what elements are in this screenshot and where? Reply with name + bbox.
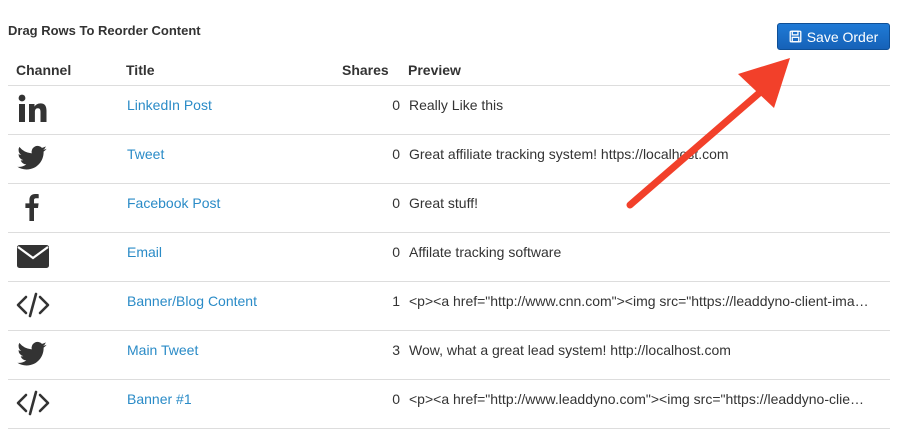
table-row[interactable]: Banner/Blog Content 1 <p><a href="http://w… <box>8 281 890 331</box>
shares-cell: 3 <box>342 330 400 380</box>
title-cell: Banner/Blog Content <box>126 281 342 331</box>
page-heading: Drag Rows To Reorder Content <box>8 23 201 38</box>
preview-cell: Great affiliate tracking system! https:/… <box>408 134 890 184</box>
preview-cell: Wow, what a great lead system! http://lo… <box>408 330 890 380</box>
linkedin-icon <box>16 93 125 125</box>
col-header-title[interactable]: Title <box>126 56 342 86</box>
spacer-cell <box>400 232 408 282</box>
envelope-icon <box>16 240 125 272</box>
facebook-icon <box>16 191 125 223</box>
shares-cell: 0 <box>342 85 400 135</box>
shares-value: 0 <box>392 194 400 211</box>
channel-cell <box>8 281 126 331</box>
save-icon <box>789 30 802 43</box>
channel-cell <box>8 85 126 135</box>
title-cell: Facebook Post <box>126 183 342 233</box>
shares-value: 0 <box>392 145 400 162</box>
title-link[interactable]: Main Tweet <box>127 342 198 358</box>
spacer-cell <box>400 134 408 184</box>
col-header-channel[interactable]: Channel <box>8 56 126 86</box>
shares-cell: 0 <box>342 232 400 282</box>
preview-cell: Really Like this <box>408 85 890 135</box>
table-row[interactable]: Facebook Post 0 Great stuff! <box>8 183 890 233</box>
code-icon <box>16 387 125 419</box>
table-row[interactable]: Tweet 0 Great affiliate tracking system! h… <box>8 134 890 184</box>
shares-value: 0 <box>392 243 400 260</box>
col-spacer <box>400 56 408 86</box>
title-cell: LinkedIn Post <box>126 85 342 135</box>
title-cell: Tweet <box>126 134 342 184</box>
twitter-icon <box>16 142 125 174</box>
preview-cell: Affilate tracking software <box>408 232 890 282</box>
spacer-cell <box>400 330 408 380</box>
shares-value: 1 <box>392 292 400 309</box>
channel-cell <box>8 232 126 282</box>
code-icon <box>16 289 125 321</box>
table-row[interactable]: Main Tweet 3 Wow, what a great lead system… <box>8 330 890 380</box>
shares-value: 3 <box>392 341 400 358</box>
shares-cell: 0 <box>342 183 400 233</box>
table-row[interactable]: LinkedIn Post 0 Really Like this <box>8 85 890 135</box>
table-header-row: Channel Title Shares Preview <box>8 56 890 86</box>
channel-cell <box>8 134 126 184</box>
title-link[interactable]: Tweet <box>127 146 164 162</box>
col-header-shares[interactable]: Shares <box>342 56 400 86</box>
spacer-cell <box>400 281 408 331</box>
title-link[interactable]: Email <box>127 244 162 260</box>
twitter-icon <box>16 338 125 370</box>
title-link[interactable]: Banner #1 <box>127 391 192 407</box>
table-row[interactable]: Email 0 Affilate tracking software <box>8 232 890 282</box>
title-link[interactable]: Banner/Blog Content <box>127 293 257 309</box>
content-table: Channel Title Shares Preview LinkedIn Po… <box>8 56 890 429</box>
channel-cell <box>8 183 126 233</box>
preview-cell: Great stuff! <box>408 183 890 233</box>
shares-value: 0 <box>392 390 400 407</box>
col-header-preview[interactable]: Preview <box>408 56 890 86</box>
title-link[interactable]: LinkedIn Post <box>127 97 212 113</box>
shares-cell: 1 <box>342 281 400 331</box>
channel-cell <box>8 330 126 380</box>
save-order-button[interactable]: Save Order <box>777 23 890 50</box>
preview-cell: <p><a href="http://www.cnn.com"><img src… <box>408 281 890 331</box>
title-cell: Main Tweet <box>126 330 342 380</box>
shares-value: 0 <box>392 96 400 113</box>
save-order-label: Save Order <box>806 28 879 45</box>
shares-cell: 0 <box>342 134 400 184</box>
title-link[interactable]: Facebook Post <box>127 195 220 211</box>
spacer-cell <box>400 85 408 135</box>
title-cell: Email <box>126 232 342 282</box>
spacer-cell <box>400 183 408 233</box>
